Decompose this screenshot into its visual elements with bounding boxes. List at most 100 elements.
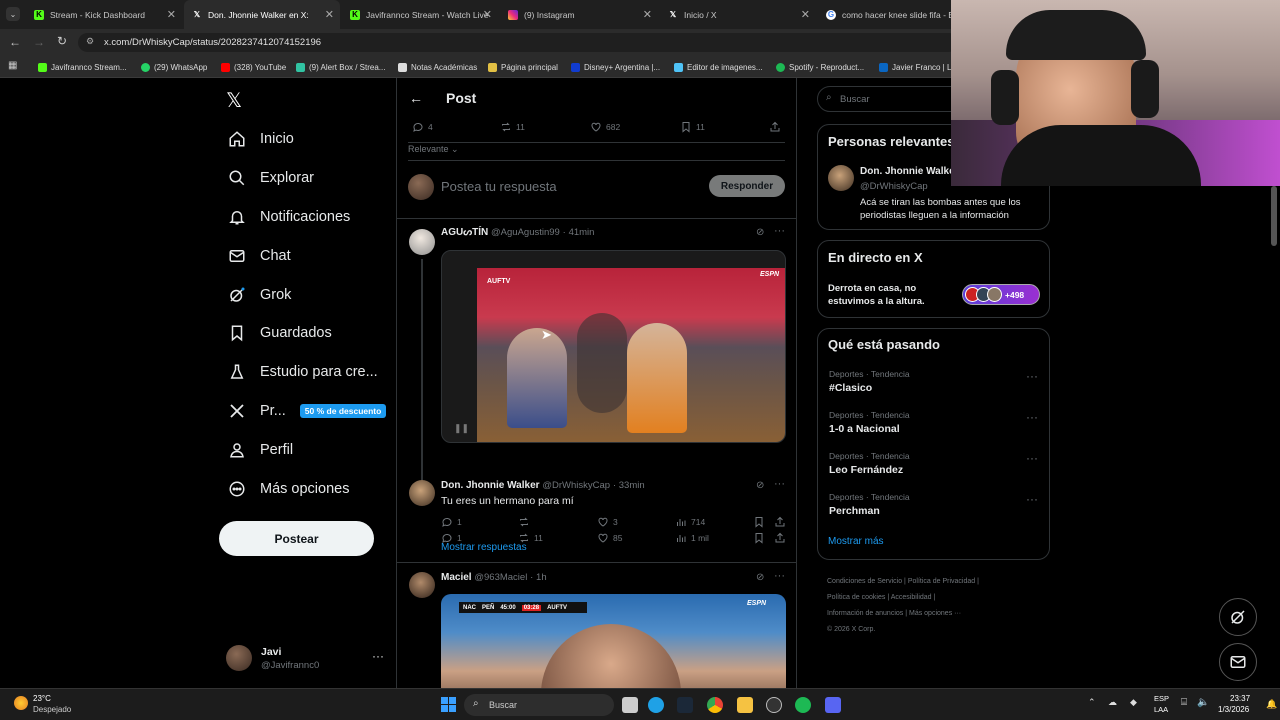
more-horizontal-icon[interactable]: ··· bbox=[1026, 410, 1038, 424]
tab-x-home[interactable]: 𝕏 Inicio / X ✕ bbox=[660, 0, 816, 29]
weather-temp[interactable]: 23°C bbox=[33, 694, 51, 703]
clock-date[interactable]: 1/3/2026 bbox=[1218, 705, 1249, 714]
bookmark-linkedin[interactable]: Javier Franco | Li bbox=[879, 56, 953, 78]
chevron-up-icon[interactable]: ⌃ bbox=[1088, 697, 1096, 708]
close-icon[interactable]: ✕ bbox=[483, 8, 492, 21]
close-icon[interactable]: ✕ bbox=[643, 8, 652, 21]
url-field[interactable]: ⚙ x.com/DrWhiskyCap/status/2028237412074… bbox=[78, 33, 958, 52]
author-name[interactable]: Don. Jhonnie Walker bbox=[441, 480, 540, 491]
bookmark-youtube[interactable]: (328) YouTube bbox=[221, 56, 286, 78]
messages-float-button[interactable] bbox=[1219, 643, 1257, 681]
tray-icon[interactable]: ◆ bbox=[1130, 697, 1137, 708]
language-indicator[interactable]: ESP bbox=[1154, 694, 1169, 703]
nav-creator-studio[interactable]: Estudio para cre... bbox=[226, 357, 378, 387]
scrollbar-thumb[interactable] bbox=[1271, 186, 1277, 246]
more-horizontal-icon[interactable]: ··· bbox=[1026, 451, 1038, 465]
video-player[interactable]: AUFTV ESPN ❚❚ bbox=[441, 250, 786, 443]
share-button[interactable] bbox=[769, 121, 785, 133]
file-explorer-icon[interactable] bbox=[737, 697, 753, 713]
trend-item[interactable]: Deportes · Tendencia 1-0 a Nacional bbox=[829, 410, 910, 435]
back-arrow-icon[interactable]: ← bbox=[9, 35, 21, 49]
nav-premium[interactable]: Pr... 50 % de descuento bbox=[226, 396, 387, 426]
more-horizontal-icon[interactable]: ··· bbox=[774, 478, 785, 490]
clock-time[interactable]: 23:37 bbox=[1230, 694, 1250, 703]
discord-icon[interactable] bbox=[825, 697, 841, 713]
footer-link[interactable]: Información de anuncios bbox=[827, 610, 903, 617]
site-info-icon[interactable]: ⚙ bbox=[86, 36, 94, 47]
show-replies-link[interactable]: Mostrar respuestas bbox=[441, 542, 527, 553]
nav-explore[interactable]: Explorar bbox=[226, 163, 314, 193]
windows-start-icon[interactable] bbox=[441, 697, 456, 712]
tab-instagram[interactable]: (9) Instagram ✕ bbox=[500, 0, 658, 29]
footer-link[interactable]: Condiciones de Servicio bbox=[827, 578, 902, 585]
grok-icon[interactable]: ⊘ bbox=[756, 480, 764, 491]
spotify-icon[interactable] bbox=[795, 697, 811, 713]
author-handle[interactable]: @963Maciel bbox=[474, 572, 527, 583]
more-horizontal-icon[interactable]: ··· bbox=[774, 225, 785, 237]
trend-item[interactable]: Deportes · Tendencia Leo Fernández bbox=[829, 451, 910, 476]
footer-link[interactable]: Accesibilidad bbox=[891, 594, 932, 601]
grok-icon[interactable]: ⊘ bbox=[756, 572, 764, 583]
bookmark-whatsapp[interactable]: (29) WhatsApp bbox=[141, 56, 207, 78]
tab-javifrannco-stream[interactable]: K Javifrannco Stream - Watch Live ✕ bbox=[342, 0, 498, 29]
nav-grok[interactable]: Grok bbox=[226, 280, 291, 310]
bookmark-notas[interactable]: Notas Académicas bbox=[398, 56, 477, 78]
pause-icon[interactable]: ❚❚ bbox=[454, 423, 469, 434]
show-more-link[interactable]: Mostrar más bbox=[828, 536, 884, 547]
reply-button[interactable]: Responder bbox=[709, 175, 785, 197]
post-time[interactable]: 41min bbox=[569, 227, 595, 238]
avatar[interactable] bbox=[409, 229, 435, 255]
like-count-button[interactable]: 3 bbox=[597, 516, 618, 528]
live-listeners[interactable]: +498 bbox=[962, 284, 1040, 305]
author-handle[interactable]: @AguAgustin99 bbox=[491, 227, 560, 238]
footer-link[interactable]: Política de cookies bbox=[827, 594, 885, 601]
video-player[interactable]: NAC PEÑ 45:00 03:28 AUFTV ESPN bbox=[441, 594, 786, 688]
more-horizontal-icon[interactable]: ··· bbox=[1026, 369, 1038, 383]
reply-input[interactable]: Postea tu respuesta bbox=[441, 179, 557, 194]
bookmark-kick[interactable]: Javifrannco Stream... bbox=[38, 56, 127, 78]
edge-icon[interactable] bbox=[648, 697, 664, 713]
trend-item[interactable]: Deportes · Tendencia #Clasico bbox=[829, 369, 910, 394]
network-icon[interactable]: ⌸ bbox=[1181, 697, 1187, 708]
trend-item[interactable]: Deportes · Tendencia Perchman bbox=[829, 492, 910, 517]
nav-profile[interactable]: Perfil bbox=[226, 435, 293, 465]
x-logo-icon[interactable]: 𝕏 bbox=[226, 88, 242, 113]
close-icon[interactable]: ✕ bbox=[325, 8, 334, 21]
footer-link[interactable]: Política de Privacidad bbox=[908, 578, 975, 585]
account-switcher[interactable]: Javi @Javifrannc0 ··· bbox=[226, 643, 386, 675]
grok-float-button[interactable] bbox=[1219, 598, 1257, 636]
nav-more-options[interactable]: Más opciones bbox=[226, 474, 349, 504]
back-arrow-icon[interactable]: ← bbox=[409, 90, 423, 106]
tab-google-search[interactable]: Gcomo hacer knee slide fifa - Bu bbox=[818, 0, 958, 29]
volume-icon[interactable]: 🔈 bbox=[1197, 697, 1209, 708]
avatar[interactable] bbox=[828, 165, 854, 191]
notification-icon[interactable]: 🔔 bbox=[1266, 699, 1277, 710]
post-button[interactable]: Postear bbox=[219, 521, 374, 556]
grok-icon[interactable]: ⊘ bbox=[756, 227, 764, 238]
person-name[interactable]: Don. Jhonnie Walker bbox=[860, 166, 959, 177]
tab-kick-dashboard[interactable]: K Stream - Kick Dashboard ✕ bbox=[26, 0, 182, 29]
avatar[interactable] bbox=[409, 572, 435, 598]
cloud-icon[interactable]: ☁ bbox=[1108, 697, 1117, 708]
bookmark-spotify[interactable]: Spotify - Reproduct... bbox=[776, 56, 864, 78]
reply-count-button[interactable]: 4 bbox=[412, 121, 433, 133]
weather-icon[interactable] bbox=[14, 696, 28, 710]
repost-button[interactable] bbox=[518, 516, 534, 528]
obs-icon[interactable] bbox=[766, 697, 782, 713]
bookmark-button[interactable] bbox=[753, 516, 769, 528]
post-time[interactable]: 1h bbox=[536, 572, 547, 583]
close-icon[interactable]: ✕ bbox=[801, 8, 810, 21]
footer-link[interactable]: Más opciones ··· bbox=[909, 610, 961, 617]
more-horizontal-icon[interactable]: ··· bbox=[372, 649, 384, 663]
avatar[interactable] bbox=[409, 480, 435, 506]
reply-post[interactable]: Don. Jhonnie Walker @DrWhiskyCap · 33min… bbox=[397, 476, 796, 561]
steam-icon[interactable] bbox=[677, 697, 693, 713]
like-count-button[interactable]: 682 bbox=[590, 121, 620, 133]
reload-icon[interactable]: ↻ bbox=[57, 34, 67, 48]
live-space-title[interactable]: Derrota en casa, no estuvimos a la altur… bbox=[828, 282, 948, 308]
taskbar-search[interactable]: ⌕ Buscar bbox=[464, 694, 614, 716]
nav-bookmarks[interactable]: Guardados bbox=[226, 318, 332, 348]
tab-x-post[interactable]: 𝕏 Don. Jhonnie Walker en X: ✕ bbox=[184, 0, 340, 29]
tab-list-button[interactable]: ⌄ bbox=[6, 7, 20, 21]
close-icon[interactable]: ✕ bbox=[167, 8, 176, 21]
